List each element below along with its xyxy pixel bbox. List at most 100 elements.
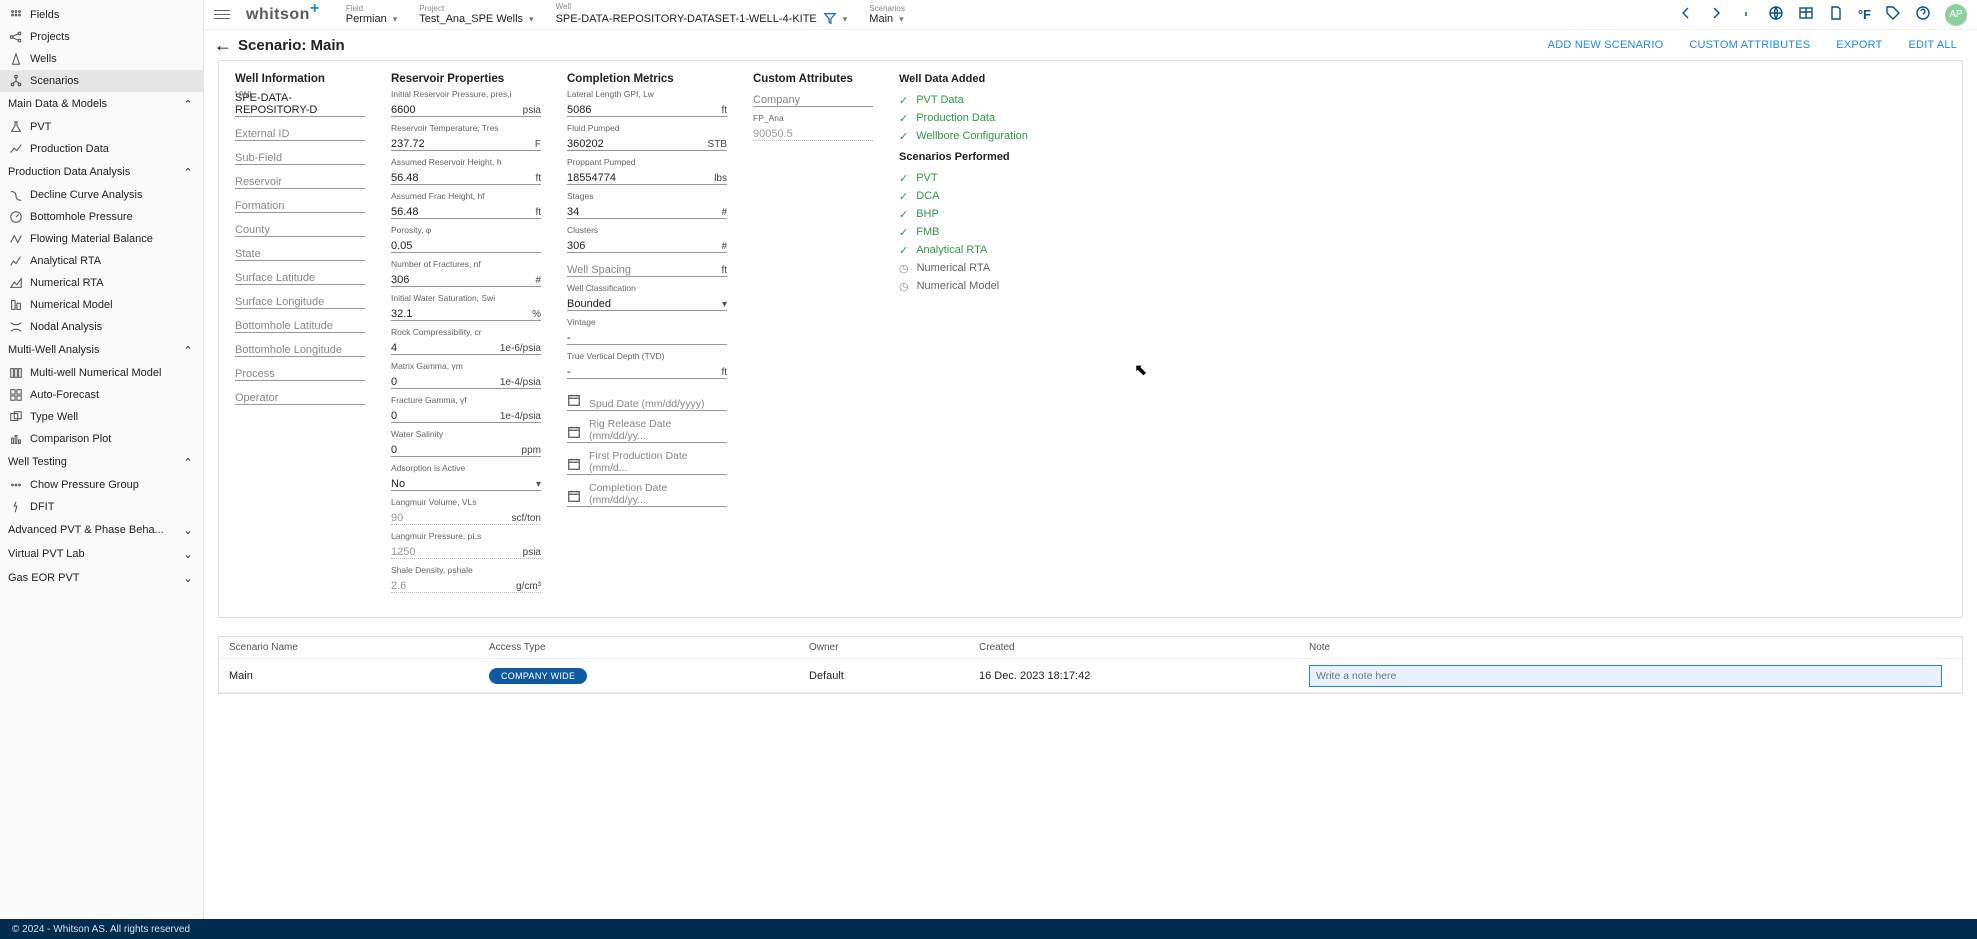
nav-production-data[interactable]: Production Data <box>0 138 203 160</box>
resprop-field[interactable]: Assumed Frac Height, hf56.48ft <box>391 191 541 219</box>
crumb-field[interactable]: Field Permian▾ <box>340 4 404 25</box>
nav-projects[interactable]: Projects <box>0 26 203 48</box>
scenario-done-item[interactable]: ✓FMB <box>899 223 1028 241</box>
nav-dfit[interactable]: DFIT <box>0 496 203 518</box>
custom-attributes-link[interactable]: CUSTOM ATTRIBUTES <box>1689 39 1810 51</box>
nav-nodal[interactable]: Nodal Analysis <box>0 316 203 338</box>
nav-scenarios[interactable]: Scenarios <box>0 70 203 92</box>
subfield-field[interactable]: Sub-Field <box>235 152 282 164</box>
resprop-field[interactable]: Assumed Reservoir Height, h56.48ft <box>391 157 541 185</box>
nav-bhp[interactable]: Bottomhole Pressure <box>0 206 203 228</box>
tag-icon[interactable] <box>1885 5 1901 24</box>
resprop-field[interactable]: Shale Density, ρshale2.6g/cm³ <box>391 565 541 593</box>
nav-nrta[interactable]: Numerical RTA <box>0 272 203 294</box>
completion-field[interactable]: Vintage- <box>567 317 727 345</box>
wda-item[interactable]: ✓Wellbore Configuration <box>899 127 1028 145</box>
note-input[interactable] <box>1309 665 1942 687</box>
globe-icon[interactable] <box>1768 5 1784 24</box>
section-vpl[interactable]: Virtual PVT Lab⌄ <box>0 542 203 566</box>
date-field[interactable]: Completion Date (mm/dd/yy... <box>567 481 727 507</box>
crumb-project[interactable]: Project Test_Ana_SPE Wells▾ <box>413 4 539 25</box>
nav-wells[interactable]: Wells <box>0 48 203 70</box>
section-mwa[interactable]: Multi-Well Analysis⌃ <box>0 338 203 362</box>
wda-item[interactable]: ✓PVT Data <box>899 91 1028 109</box>
county-field[interactable]: County <box>235 224 270 236</box>
nav-nummodel[interactable]: Numerical Model <box>0 294 203 316</box>
info-icon[interactable] <box>1738 5 1754 24</box>
nav-pvt[interactable]: PVT <box>0 116 203 138</box>
resprop-field[interactable]: Initial Water Saturation, Swi32.1% <box>391 293 541 321</box>
temp-icon[interactable]: °F <box>1858 7 1871 22</box>
completion-field[interactable]: Proppant Pumped18554774lbs <box>567 157 727 185</box>
nav-chow[interactable]: Chow Pressure Group <box>0 474 203 496</box>
export-link[interactable]: EXPORT <box>1836 39 1882 51</box>
nav-back-button[interactable] <box>1678 5 1694 24</box>
crumb-well[interactable]: Well SPE-DATA-REPOSITORY-DATASET-1-WELL-… <box>550 2 854 28</box>
wda-item[interactable]: ✓Production Data <box>899 109 1028 127</box>
date-field[interactable]: First Production Date (mm/d... <box>567 449 727 475</box>
nav-fmb[interactable]: Flowing Material Balance <box>0 228 203 250</box>
scenario-done-item[interactable]: ✓Analytical RTA <box>899 241 1028 259</box>
scenario-done-item[interactable]: ✓PVT <box>899 169 1028 187</box>
file-icon[interactable] <box>1828 5 1844 24</box>
date-field[interactable]: Rig Release Date (mm/dd/yy... <box>567 417 727 443</box>
completion-field[interactable]: Well Spacingft <box>567 259 727 277</box>
nav-fields[interactable]: Fields <box>0 4 203 26</box>
resprop-field[interactable]: Matrix Gamma, γm01e-4/psia <box>391 361 541 389</box>
completion-field[interactable]: Stages34# <box>567 191 727 219</box>
scenario-done-item[interactable]: ✓DCA <box>899 187 1028 205</box>
nav-dca[interactable]: Decline Curve Analysis <box>0 184 203 206</box>
reservoir-field[interactable]: Reservoir <box>235 176 282 188</box>
scenario-done-item[interactable]: ✓BHP <box>899 205 1028 223</box>
section-main-data[interactable]: Main Data & Models ⌃ <box>0 92 203 116</box>
completion-field[interactable]: True Vertical Depth (TVD)-ft <box>567 351 727 379</box>
table-icon[interactable] <box>1798 5 1814 24</box>
completion-field[interactable]: Lateral Length GPI, Lw5086ft <box>567 89 727 117</box>
resprop-field[interactable]: Rock Compressibility, cr41e-6/psia <box>391 327 541 355</box>
formation-field[interactable]: Formation <box>235 200 285 212</box>
section-pda[interactable]: Production Data Analysis ⌃ <box>0 160 203 184</box>
nav-arta[interactable]: Analytical RTA <box>0 250 203 272</box>
filter-icon[interactable] <box>823 11 837 28</box>
completion-field[interactable]: Clusters306# <box>567 225 727 253</box>
nav-typewell[interactable]: Type Well <box>0 406 203 428</box>
surf-lon-field[interactable]: Surface Longitude <box>235 296 324 308</box>
custom-field[interactable]: Company <box>753 89 873 107</box>
back-arrow[interactable]: ← <box>214 35 238 56</box>
custom-field[interactable]: FP_Ana90050.5 <box>753 113 873 141</box>
section-welltesting[interactable]: Well Testing⌃ <box>0 450 203 474</box>
date-field[interactable]: Spud Date (mm/dd/yyyy) <box>567 385 727 411</box>
resprop-field[interactable]: Reservoir Temperature, Tres237.72F <box>391 123 541 151</box>
user-avatar[interactable]: AP <box>1945 4 1967 26</box>
scenario-pending-item[interactable]: ◷Numerical Model <box>899 277 1028 295</box>
surf-lat-field[interactable]: Surface Latitude <box>235 272 315 284</box>
crumb-scenario[interactable]: Scenarios Main▾ <box>863 4 911 25</box>
operator-field[interactable]: Operator <box>235 392 278 404</box>
nav-compplot[interactable]: Comparison Plot <box>0 428 203 450</box>
resprop-field[interactable]: Langmuir Pressure, pLs1250psia <box>391 531 541 559</box>
table-row[interactable]: Main COMPANY WIDE Default 16 Dec. 2023 1… <box>219 659 1962 693</box>
completion-field[interactable]: Fluid Pumped360202STB <box>567 123 727 151</box>
resprop-field[interactable]: Fracture Gamma, γf01e-4/psia <box>391 395 541 423</box>
add-scenario-link[interactable]: ADD NEW SCENARIO <box>1548 39 1664 51</box>
menu-toggle[interactable] <box>214 7 230 21</box>
completion-field[interactable]: Well ClassificationBounded▾ <box>567 283 727 311</box>
nav-fwd-button[interactable] <box>1708 5 1724 24</box>
bh-lon-field[interactable]: Bottomhole Longitude <box>235 344 342 356</box>
resprop-field[interactable]: Adsorption is ActiveNo▾ <box>391 463 541 491</box>
section-apvt[interactable]: Advanced PVT & Phase Beha...⌄ <box>0 518 203 542</box>
section-eor[interactable]: Gas EOR PVT⌄ <box>0 566 203 590</box>
process-field[interactable]: Process <box>235 368 275 380</box>
bh-lat-field[interactable]: Bottomhole Latitude <box>235 320 333 332</box>
resprop-field[interactable]: Langmuir Volume, VLs90scf/ton <box>391 497 541 525</box>
help-icon[interactable] <box>1915 5 1931 24</box>
uwi-value[interactable]: SPE-DATA-REPOSITORY-D <box>235 92 365 116</box>
scenario-pending-item[interactable]: ◷Numerical RTA <box>899 259 1028 277</box>
resprop-field[interactable]: Water Salinity0ppm <box>391 429 541 457</box>
external-id-field[interactable]: External ID <box>235 128 289 140</box>
resprop-field[interactable]: Number of Fractures, nf306# <box>391 259 541 287</box>
state-field[interactable]: State <box>235 248 261 260</box>
resprop-field[interactable]: Initial Reservoir Pressure, pres,i6600ps… <box>391 89 541 117</box>
edit-all-link[interactable]: EDIT ALL <box>1909 39 1957 51</box>
nav-autofc[interactable]: Auto-Forecast <box>0 384 203 406</box>
